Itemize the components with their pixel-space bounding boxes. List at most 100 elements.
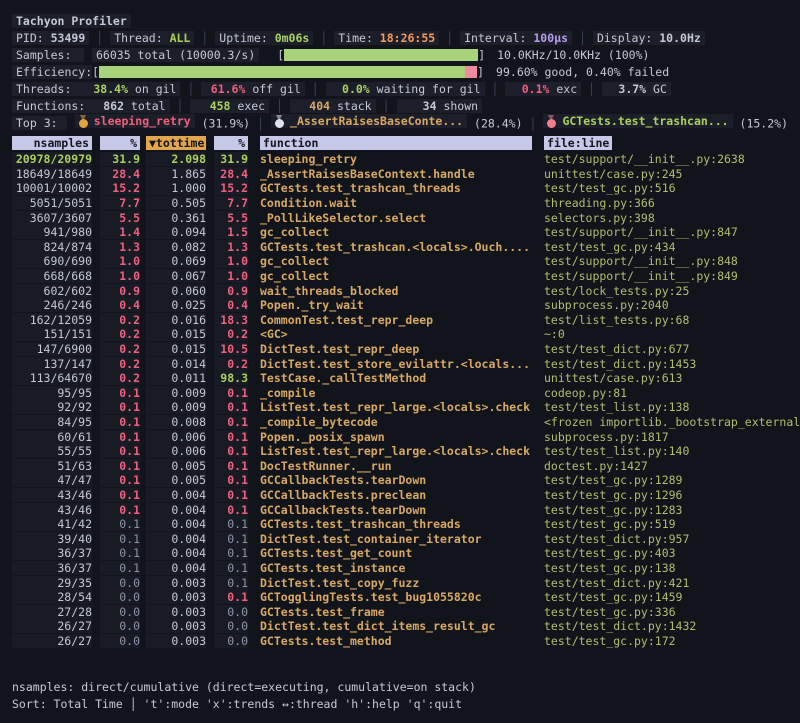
cell-nsamples: 5051/5051: [12, 196, 92, 210]
cell-tottime: 1.865: [146, 167, 206, 181]
functions-line: Functions: 862 total│458 exec│404 stack│…: [12, 97, 788, 114]
bronze-medal-icon: [547, 115, 556, 128]
efficiency-bar: [99, 66, 477, 78]
separator-icon: │: [572, 31, 593, 45]
table-row: 29/350.00.0030.1DictTest.test_copy_fuzzt…: [12, 575, 788, 590]
threads-label: Threads:: [12, 82, 84, 96]
table-row: 602/6020.90.0600.9wait_threads_blockedte…: [12, 283, 788, 298]
table-row: 60/610.10.0060.1Popen._posix_spawnsubpro…: [12, 429, 788, 444]
separator-icon: │: [439, 31, 460, 45]
cell-pct-cumulative: 0.1: [214, 561, 248, 575]
table-row: 18649/1864928.41.86528.4_AssertRaisesBas…: [12, 167, 788, 182]
cell-pct-direct: 0.2: [100, 371, 140, 385]
top-function: _AssertRaisesBaseConte...: [271, 114, 467, 128]
column-header-pct-cumulative[interactable]: %: [214, 136, 248, 150]
cell-pct-direct: 0.4: [100, 298, 140, 312]
cell-file-line: test/test_gc.py:1283: [544, 503, 788, 517]
table-row: 84/950.10.0080.1_compile_bytecode<frozen…: [12, 415, 788, 430]
cell-pct-cumulative: 0.1: [214, 430, 248, 444]
cell-pct-direct: 0.1: [100, 517, 140, 531]
cell-pct-cumulative: 18.3: [214, 313, 248, 327]
bar-open-bracket: [: [92, 65, 99, 79]
threads-items: 38.4% on gil│61.6% off gil│0.0% waiting …: [84, 82, 671, 96]
cell-pct-direct: 0.1: [100, 459, 140, 473]
cell-tottime: 0.015: [146, 327, 206, 341]
efficiency-label: Efficiency:: [12, 65, 92, 79]
cell-nsamples: 84/95: [12, 415, 92, 429]
cell-pct-direct: 7.7: [100, 196, 140, 210]
bar-open-bracket: [: [277, 48, 284, 62]
cell-pct-cumulative: 0.4: [214, 298, 248, 312]
cell-function: GCCallbackTests.preclean: [260, 488, 532, 502]
cell-function: ListTest.test_repr_large.<locals>.check: [260, 400, 532, 414]
table-row: 246/2460.40.0250.4Popen._try_waitsubproc…: [12, 298, 788, 313]
thread-stat: 3.7% GC: [602, 82, 671, 96]
cell-function: <GC>: [260, 327, 532, 341]
cell-nsamples: 3607/3607: [12, 211, 92, 225]
cell-file-line: test/test_gc.py:403: [544, 546, 788, 560]
top-function-pct: (15.2%): [733, 117, 788, 131]
cell-file-line: test/support/__init__.py:848: [544, 254, 788, 268]
cell-pct-direct: 1.3: [100, 240, 140, 254]
cell-tottime: 0.003: [146, 576, 206, 590]
status-item: Time: 18:26:55: [334, 31, 439, 45]
cell-function: _compile_bytecode: [260, 415, 532, 429]
cell-function: GCTests.test_trashcan_threads: [260, 181, 532, 195]
separator-icon: │: [269, 99, 290, 113]
cell-pct-direct: 0.0: [100, 605, 140, 619]
column-header-file[interactable]: file:line: [544, 136, 612, 150]
cell-pct-direct: 0.0: [100, 576, 140, 590]
function-stat: 458 exec: [190, 99, 269, 113]
status-item: PID: 53499: [12, 31, 89, 45]
cell-function: GCTests.test_frame: [260, 605, 532, 619]
cell-function: DictTest.test_store_evilattr.<locals...: [260, 357, 532, 371]
efficiency-summary: 99.60% good, 0.40% failed: [496, 65, 669, 79]
cell-tottime: 0.003: [146, 605, 206, 619]
cell-pct-cumulative: 0.0: [214, 619, 248, 633]
cell-pct-cumulative: 0.1: [214, 503, 248, 517]
thread-stat: 0.1% exc: [505, 82, 581, 96]
table-row: 151/1510.20.0150.2<GC>~:0: [12, 327, 788, 342]
cell-pct-cumulative: 5.5: [214, 211, 248, 225]
cell-file-line: test/test_dict.py:1453: [544, 357, 788, 371]
top-function-pct: (28.4%): [467, 117, 522, 131]
column-header-function[interactable]: function: [260, 136, 532, 150]
cell-file-line: test/test_gc.py:1289: [544, 473, 788, 487]
column-header-pct-direct[interactable]: %: [100, 136, 140, 150]
table-row: 28/540.00.0030.1GCTogglingTests.test_bug…: [12, 590, 788, 605]
cell-pct-cumulative: 0.1: [214, 546, 248, 560]
table-row: 668/6681.00.0671.0gc_collecttest/support…: [12, 269, 788, 284]
cell-nsamples: 95/95: [12, 386, 92, 400]
status-item: Thread: ALL: [110, 31, 194, 45]
separator-icon: │: [523, 117, 544, 131]
cell-pct-direct: 1.0: [100, 254, 140, 268]
cell-file-line: unittest/case.py:245: [544, 167, 788, 181]
cell-tottime: 0.004: [146, 488, 206, 502]
table-row: 162/120590.20.01618.3CommonTest.test_rep…: [12, 313, 788, 328]
cell-pct-direct: 0.1: [100, 430, 140, 444]
separator-icon: │: [89, 31, 110, 45]
cell-pct-direct: 5.5: [100, 211, 140, 225]
cell-nsamples: 668/668: [12, 269, 92, 283]
profiler-screen: Tachyon Profiler PID: 53499│Thread: ALL│…: [0, 0, 800, 723]
cell-function: DictTest.test_copy_fuzz: [260, 576, 532, 590]
status-item: Display: 10.0Hz: [593, 31, 705, 45]
cell-tottime: 0.005: [146, 459, 206, 473]
cell-pct-cumulative: 28.4: [214, 167, 248, 181]
cell-tottime: 0.025: [146, 298, 206, 312]
cell-tottime: 0.015: [146, 342, 206, 356]
table-header: nsamples % ▼tottime % function file:line: [12, 135, 788, 150]
cell-file-line: threading.py:366: [544, 196, 788, 210]
app-title: Tachyon Profiler: [12, 14, 131, 28]
cell-pct-direct: 31.9: [100, 152, 140, 166]
cell-nsamples: 20978/20979: [12, 152, 92, 166]
cell-nsamples: 26/27: [12, 634, 92, 648]
cell-nsamples: 18649/18649: [12, 167, 92, 181]
cell-pct-cumulative: 98.3: [214, 371, 248, 385]
table-row: 41/420.10.0040.1GCTests.test_trashcan_th…: [12, 517, 788, 532]
column-header-nsamples[interactable]: nsamples: [12, 136, 92, 150]
table-row: 147/69000.20.01510.5DictTest.test_repr_d…: [12, 342, 788, 357]
column-header-tottime-sorted[interactable]: ▼tottime: [146, 136, 206, 150]
efficiency-line: Efficiency: [ ] 99.60% good, 0.40% faile…: [12, 63, 788, 80]
cell-file-line: test/support/__init__.py:849: [544, 269, 788, 283]
